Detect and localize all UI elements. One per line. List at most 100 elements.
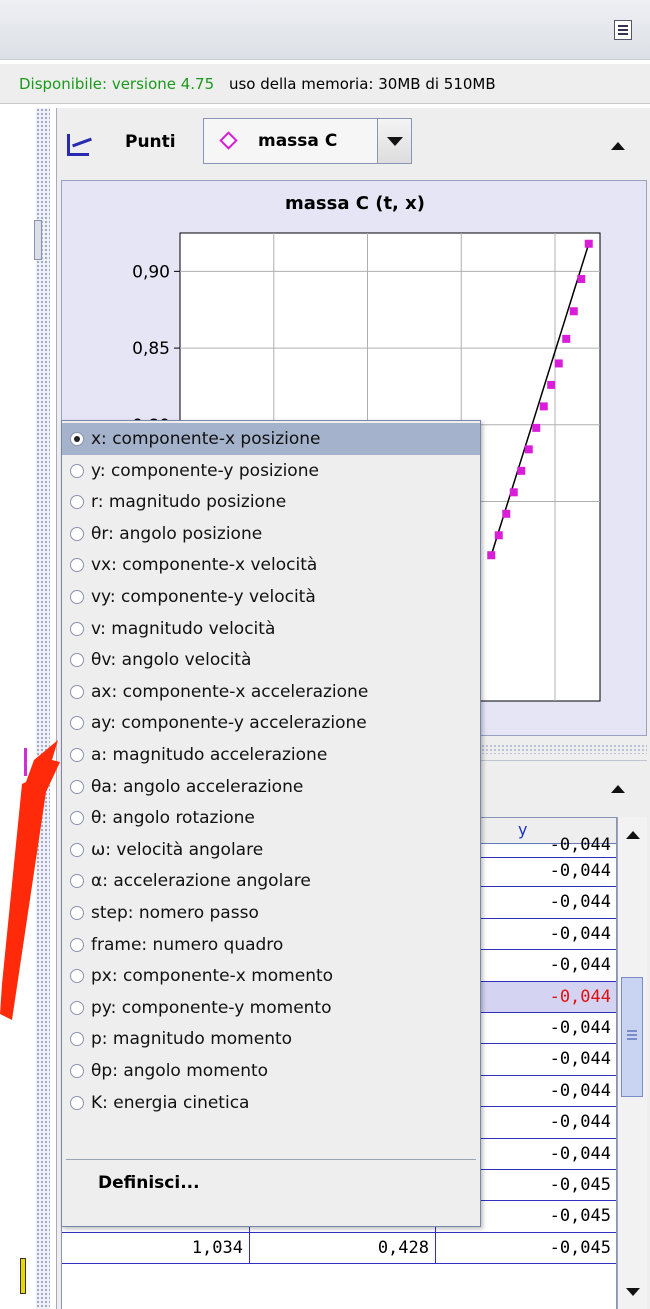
menu-item-label: step: nomero passo xyxy=(91,903,259,923)
data-point xyxy=(532,423,541,432)
menu-item-label: θr: angolo posizione xyxy=(91,523,263,544)
data-point xyxy=(577,275,586,284)
menu-item-label: p: magnitudo momento xyxy=(91,1029,293,1050)
tick-label-y: 0,90 xyxy=(132,262,170,282)
radio-icon xyxy=(70,716,84,731)
radio-icon xyxy=(70,1064,84,1078)
mode-label[interactable]: Punti xyxy=(125,132,176,152)
radio-icon xyxy=(70,748,84,762)
menu-item[interactable]: ω: velocità angolare xyxy=(62,834,480,866)
menu-item[interactable]: p: magnitudo momento xyxy=(62,1023,480,1055)
radio-icon xyxy=(70,1095,84,1110)
menu-item-label: α: accelerazione angolare xyxy=(91,871,311,892)
point-mass-icon xyxy=(219,131,238,150)
collapse-up-icon[interactable] xyxy=(611,142,625,150)
menu-item[interactable]: r: magnitudo posizione xyxy=(62,486,480,518)
menu-item-label: θ: angolo rotazione xyxy=(91,808,255,829)
menu-item-label: x: componente-x posizione xyxy=(91,429,321,449)
data-point xyxy=(562,334,571,343)
menu-item[interactable]: θv: angolo velocità xyxy=(62,644,480,676)
menu-item-label: a: magnitudo accelerazione xyxy=(91,745,328,765)
table-scrollbar[interactable] xyxy=(617,817,647,1309)
data-point xyxy=(569,307,578,316)
trail-mark xyxy=(24,748,27,776)
menu-item[interactable]: step: nomero passo xyxy=(62,897,480,929)
scroll-down-icon[interactable] xyxy=(626,1288,640,1296)
menu-item[interactable]: θ: angolo rotazione xyxy=(62,802,480,834)
menu-item[interactable]: frame: numero quadro xyxy=(62,929,480,961)
menu-item-label: ω: velocità angolare xyxy=(91,839,264,860)
radio-icon xyxy=(70,558,84,573)
data-point xyxy=(502,509,511,518)
plot-toolbar: Punti massa C xyxy=(57,108,650,174)
table-row[interactable]: 1,034 0,428 -0,045 xyxy=(62,1232,616,1265)
menu-item[interactable]: a: magnitudo accelerazione xyxy=(62,739,480,771)
plot-axes-icon[interactable] xyxy=(67,134,89,156)
menu-item[interactable]: θa: angolo accelerazione xyxy=(62,771,480,803)
scroll-up-icon[interactable] xyxy=(626,831,640,839)
menu-item[interactable]: vx: componente-x velocità xyxy=(62,549,480,581)
radio-icon xyxy=(70,969,84,984)
radio-icon xyxy=(70,432,84,446)
radio-icon xyxy=(70,1000,84,1015)
data-point xyxy=(509,488,518,497)
radio-icon xyxy=(70,811,84,826)
divider-handle[interactable] xyxy=(34,220,42,260)
version-available-text[interactable]: Disponibile: versione 4.75 xyxy=(19,75,214,93)
radio-icon xyxy=(70,463,84,478)
scroll-thumb[interactable] xyxy=(621,977,643,1097)
menu-item-label: θp: angolo momento xyxy=(91,1061,269,1081)
menu-item-label: y: componente-y posizione xyxy=(91,460,319,481)
table-cell-y: -0,045 xyxy=(436,1233,616,1264)
menu-item[interactable]: θr: angolo posizione xyxy=(62,518,480,550)
radio-icon xyxy=(70,842,84,857)
radio-icon xyxy=(70,1032,84,1047)
data-point xyxy=(524,445,533,454)
data-point xyxy=(517,466,526,475)
memory-usage-text: uso della memoria: 30MB di 510MB xyxy=(228,75,496,93)
menu-item[interactable]: α: accelerazione angolare xyxy=(62,865,480,897)
table-cell-x: 0,428 xyxy=(250,1232,436,1265)
track-selector[interactable]: massa C xyxy=(203,118,412,164)
table-cell-t: 1,034 xyxy=(62,1232,250,1265)
menu-item[interactable]: y: componente-y posizione xyxy=(62,455,480,487)
data-point xyxy=(539,402,548,411)
radio-icon xyxy=(70,906,84,920)
menu-item[interactable]: K: energia cinetica xyxy=(62,1087,480,1119)
top-bar xyxy=(0,0,650,60)
menu-item[interactable]: px: componente-x momento xyxy=(62,960,480,992)
status-bar: Disponibile: versione 4.75 uso della mem… xyxy=(0,64,650,104)
document-icon[interactable] xyxy=(614,20,632,40)
chevron-down-icon[interactable] xyxy=(377,119,411,163)
menu-item-label: v: magnitudo velocità xyxy=(91,618,276,639)
menu-item-label: r: magnitudo posizione xyxy=(91,492,287,513)
menu-item[interactable]: x: componente-x posizione xyxy=(62,423,480,455)
radio-icon xyxy=(70,653,84,668)
menu-item-label: vy: componente-y velocità xyxy=(91,587,316,607)
data-point xyxy=(547,380,556,389)
collapse-up-icon[interactable] xyxy=(611,785,625,793)
menu-item[interactable]: θp: angolo momento xyxy=(62,1055,480,1087)
menu-item-label: K: energia cinetica xyxy=(91,1092,250,1113)
menu-item[interactable]: py: componente-y momento xyxy=(62,992,480,1024)
menu-item[interactable]: ax: componente-x accelerazione xyxy=(62,676,480,708)
menu-item-label: vx: componente-x velocità xyxy=(91,555,318,576)
variable-menu: x: componente-x posizione y: componente-y… xyxy=(61,420,481,1227)
menu-item-label: θv: angolo velocità xyxy=(91,650,252,671)
radio-icon xyxy=(70,526,84,541)
track-selector-label: massa C xyxy=(258,131,338,151)
menu-item[interactable]: vy: componente-y velocità xyxy=(62,581,480,613)
menu-item-label: θa: angolo accelerazione xyxy=(91,776,304,797)
define-menu-item[interactable]: Definisci... xyxy=(98,1173,200,1193)
radio-icon xyxy=(70,684,84,699)
radio-icon xyxy=(70,495,84,510)
menu-item-label: px: componente-x momento xyxy=(91,966,334,987)
tick-label-y: 0,85 xyxy=(132,339,170,359)
radio-icon xyxy=(70,937,84,952)
menu-item[interactable]: v: magnitudo velocità xyxy=(62,613,480,645)
menu-item-label: ax: componente-x accelerazione xyxy=(91,681,369,702)
menu-item[interactable]: ay: componente-y accelerazione xyxy=(62,707,480,739)
split-pane-divider[interactable] xyxy=(36,108,50,1309)
left-strip xyxy=(0,108,56,1309)
radio-icon xyxy=(70,779,84,794)
